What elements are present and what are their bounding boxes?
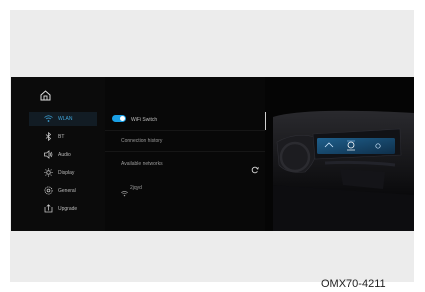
sidebar-item-label: Audio [58,152,71,158]
locked-wifi-icon [121,184,128,197]
scroll-indicator [265,112,266,130]
vehicle-illustration [265,77,414,231]
sidebar-item-label: General [58,188,76,194]
connection-history-label: Connection history [121,138,163,144]
available-networks-row: Available networks [105,154,265,174]
infotainment-screen: WLAN BT Audio Display General Upgrade Wi… [11,77,414,231]
wlan-settings-panel: WiFi Switch Connection history Available… [105,77,265,231]
sidebar-item-label: Upgrade [58,206,78,212]
sidebar-item-upgrade[interactable]: Upgrade [11,201,105,217]
gear-icon [44,186,53,195]
settings-sidebar: WLAN BT Audio Display General Upgrade [11,77,105,231]
available-networks-label: Available networks [121,161,163,167]
sidebar-item-display[interactable]: Display [11,165,105,181]
sidebar-item-bt[interactable]: BT [11,129,105,145]
sidebar-item-label: BT [58,134,65,140]
bluetooth-icon [44,131,53,142]
sidebar-item-label: Display [58,170,75,176]
sidebar-item-audio[interactable]: Audio [11,147,105,163]
wifi-switch-label: WiFi Switch [131,117,158,123]
network-name: 2jqyd [130,185,142,191]
network-list-item[interactable]: 2jqyd [105,178,265,198]
refresh-icon[interactable] [251,161,259,174]
wifi-icon [44,114,53,123]
sidebar-item-general[interactable]: General [11,183,105,199]
wifi-switch-toggle[interactable] [112,115,126,122]
sun-icon [44,168,53,177]
figure-caption: OMX70-4211 [321,278,386,290]
connection-history-row[interactable]: Connection history [105,131,265,152]
wifi-switch-row: WiFi Switch [105,110,265,131]
speaker-icon [44,150,53,159]
home-icon[interactable] [40,88,51,101]
sidebar-item-wlan[interactable]: WLAN [11,111,105,127]
sidebar-item-label: WLAN [58,116,73,122]
upgrade-icon [44,204,53,213]
